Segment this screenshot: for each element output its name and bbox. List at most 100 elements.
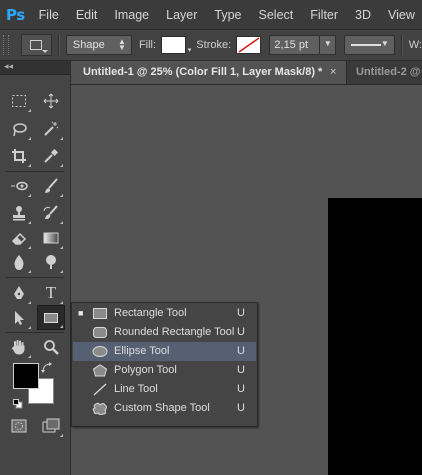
shape-tools-flyout: ■ Rectangle Tool U Rounded Rectangle Too… — [71, 302, 258, 427]
history-brush-tool[interactable] — [38, 201, 64, 225]
dodge-tool[interactable] — [38, 250, 64, 274]
move-tool[interactable] — [38, 89, 64, 113]
zoom-icon — [44, 340, 59, 355]
blur-icon — [14, 255, 24, 270]
flyout-item-rectangle-tool[interactable]: ■ Rectangle Tool U — [73, 304, 256, 323]
flyout-item-rounded-rectangle-tool[interactable]: Rounded Rectangle Tool U — [73, 323, 256, 342]
magic-wand-icon — [44, 121, 59, 136]
foreground-color-swatch[interactable] — [13, 363, 39, 389]
options-bar: Shape ▲ ▼ Fill: ▾ Stroke: 2,15 pt ▼ ▼ W: — [0, 30, 422, 61]
photoshop-window: Ps File Edit Image Layer Type Select Fil… — [0, 0, 422, 475]
default-colors-icon[interactable] — [13, 394, 23, 409]
menu-bar: Ps File Edit Image Layer Type Select Fil… — [0, 0, 422, 30]
divider — [57, 34, 60, 56]
blur-tool[interactable] — [6, 250, 32, 274]
lasso-tool[interactable] — [6, 117, 32, 141]
menu-select[interactable]: Select — [259, 8, 294, 22]
type-tool[interactable]: T — [38, 281, 64, 305]
gradient-tool[interactable] — [38, 226, 64, 250]
menu-filter[interactable]: Filter — [310, 8, 338, 22]
options-bar-grip[interactable] — [3, 35, 9, 55]
collapse-panel-icon[interactable]: ◂◂ — [4, 62, 13, 72]
close-tab-icon[interactable]: × — [330, 61, 336, 84]
pen-icon — [14, 286, 24, 299]
hand-tool[interactable] — [6, 335, 32, 359]
submenu-corner-icon — [28, 137, 31, 140]
tool-preset-picker[interactable] — [20, 34, 52, 56]
stroke-swatch[interactable] — [236, 36, 262, 54]
stroke-type-select[interactable]: ▼ — [344, 35, 395, 55]
tool-mode-value: Shape — [72, 39, 105, 51]
spot-healing-tool[interactable] — [6, 174, 32, 198]
dodge-icon — [46, 255, 56, 269]
shortcut-key: U — [237, 326, 245, 338]
marquee-tool[interactable] — [6, 89, 32, 113]
rectangle-tool[interactable] — [37, 305, 65, 330]
shortcut-key: U — [237, 307, 245, 319]
divider — [6, 277, 64, 278]
fill-swatch[interactable]: ▾ — [161, 36, 191, 54]
menu-edit[interactable]: Edit — [76, 8, 98, 22]
eyedropper-icon — [44, 148, 59, 163]
hand-icon — [11, 340, 25, 355]
menu-type[interactable]: Type — [214, 8, 241, 22]
tools-panel: ◂◂ T — [0, 61, 71, 475]
submenu-corner-icon — [28, 109, 31, 112]
menu-file[interactable]: File — [39, 8, 59, 22]
clone-stamp-tool[interactable] — [6, 201, 32, 225]
tab-untitled-1[interactable]: Untitled-1 @ 25% (Color Fill 1, Layer Ma… — [71, 61, 347, 84]
tools-panel-header[interactable]: ◂◂ — [0, 61, 70, 75]
flyout-item-label: Rectangle Tool — [114, 307, 187, 319]
submenu-corner-icon — [60, 194, 63, 197]
menu-image[interactable]: Image — [114, 8, 149, 22]
photoshop-logo: Ps — [6, 5, 25, 24]
flyout-item-custom-shape-tool[interactable]: Custom Shape Tool U — [73, 399, 256, 418]
submenu-corner-icon — [28, 246, 31, 249]
path-selection-icon — [15, 311, 24, 325]
submenu-corner-icon — [28, 301, 31, 304]
zoom-tool[interactable] — [38, 335, 64, 359]
document-canvas[interactable] — [328, 198, 422, 475]
stroke-width-value: 2,15 pt — [274, 39, 309, 51]
submenu-corner-icon — [28, 355, 31, 358]
divider — [6, 171, 64, 172]
flyout-item-label: Rounded Rectangle Tool — [114, 326, 235, 338]
submenu-corner-icon — [60, 325, 63, 328]
menu-view[interactable]: View — [388, 8, 415, 22]
line-icon — [93, 383, 107, 396]
tab-untitled-2[interactable]: Untitled-2 @ — [356, 61, 421, 84]
tool-mode-select[interactable]: Shape ▲ ▼ — [65, 35, 132, 55]
eyedropper-tool[interactable] — [38, 144, 64, 168]
divider — [6, 332, 64, 333]
flyout-item-label: Line Tool — [114, 383, 158, 395]
stroke-width-dropdown[interactable]: ▼ — [319, 35, 337, 55]
polygon-icon — [92, 364, 108, 377]
swap-colors-icon[interactable] — [41, 362, 53, 377]
flyout-item-polygon-tool[interactable]: Polygon Tool U — [73, 361, 256, 380]
menu-3d[interactable]: 3D — [355, 8, 371, 22]
chevron-down-icon: ▼ — [380, 39, 389, 48]
stroke-width-field[interactable]: 2,15 pt — [269, 35, 320, 55]
flyout-item-label: Polygon Tool — [114, 364, 177, 376]
document-tabs: Untitled-1 @ 25% (Color Fill 1, Layer Ma… — [71, 61, 422, 85]
shortcut-key: U — [237, 345, 245, 357]
type-icon: T — [45, 283, 57, 302]
submenu-corner-icon — [60, 270, 63, 273]
shortcut-key: U — [237, 364, 245, 376]
flyout-item-line-tool[interactable]: Line Tool U — [73, 380, 256, 399]
quick-mask-button[interactable] — [6, 414, 32, 438]
history-brush-icon — [43, 205, 58, 219]
screen-mode-button[interactable] — [38, 414, 64, 438]
magic-wand-tool[interactable] — [38, 117, 64, 141]
chevron-down-icon: ▼ — [323, 39, 332, 48]
brush-tool[interactable] — [38, 174, 64, 198]
path-selection-tool[interactable] — [6, 306, 32, 330]
menu-layer[interactable]: Layer — [166, 8, 197, 22]
selected-bullet-icon: ■ — [78, 308, 84, 318]
pen-tool[interactable] — [6, 281, 32, 305]
submenu-corner-icon — [60, 246, 63, 249]
stepper-arrows-icon: ▲ ▼ — [118, 37, 126, 52]
eraser-tool[interactable] — [6, 226, 32, 250]
crop-tool[interactable] — [6, 144, 32, 168]
flyout-item-ellipse-tool[interactable]: Ellipse Tool U — [73, 342, 256, 361]
